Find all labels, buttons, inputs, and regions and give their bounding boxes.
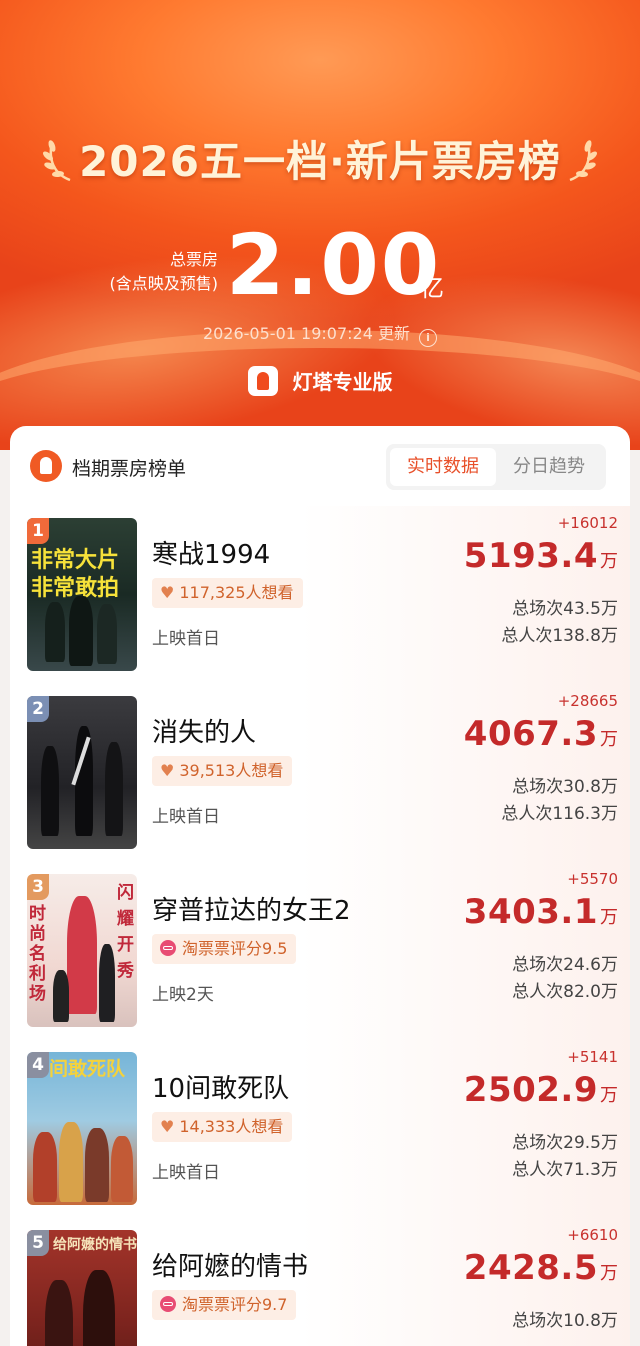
total-admissions: 总人次116.3万: [501, 804, 618, 824]
box-delta: +28665: [557, 692, 618, 710]
poster-text: 闪耀开秀: [117, 883, 134, 981]
update-time-row: 2026-05-01 19:07:24 更新 i: [0, 320, 640, 347]
total-admissions: 总人次138.8万: [501, 626, 618, 646]
movie-row[interactable]: 4 间敢死队 10间敢死队 ♥ 14,333人想看 上映首日 +5141 2502…: [10, 1040, 630, 1218]
total-sessions: 总场次43.5万: [512, 599, 618, 619]
release-status: 上映2天: [152, 985, 214, 1005]
total-box-office: 总票房 (含点映及预售) 2.00 亿: [0, 220, 640, 310]
box-office: 5193.4 万: [463, 536, 618, 576]
total-label: 总票房: [169, 250, 218, 269]
box-office: 2428.5 万: [463, 1248, 618, 1288]
movie-row[interactable]: 1 非常大片 非常敢拍 寒战1994 ♥ 117,325人想看 上映首日 +160…: [10, 506, 630, 684]
box-office: 2502.9 万: [463, 1070, 618, 1110]
box-office: 4067.3 万: [463, 714, 618, 754]
release-status: 上映首日: [152, 1163, 220, 1183]
heart-icon: ♥: [160, 583, 175, 602]
box-office: 3403.1 万: [463, 892, 618, 932]
tab-realtime[interactable]: 实时数据: [390, 448, 496, 486]
movie-title[interactable]: 给阿嬷的情书: [152, 1246, 308, 1283]
movie-poster[interactable]: 2: [27, 696, 137, 849]
page-title: 2026五一档·新片票房榜: [79, 137, 561, 186]
rank-badge: 2: [27, 696, 49, 722]
movie-row[interactable]: 2 消失的人 ♥ 39,513人想看 上映首日 +28665 4067.3 万 总场…: [10, 684, 630, 862]
movie-title[interactable]: 消失的人: [152, 712, 256, 749]
rank-badge: 3: [27, 874, 49, 900]
tab-daily-trend[interactable]: 分日趋势: [496, 448, 602, 486]
card-header: 档期票房榜单 实时数据 分日趋势: [10, 426, 630, 506]
total-sessions: 总场次10.8万: [512, 1311, 618, 1331]
taopiaopiao-icon: [160, 1296, 176, 1312]
total-unit: 亿: [420, 274, 444, 302]
movie-title[interactable]: 10间敢死队: [152, 1068, 289, 1105]
box-delta: +6610: [567, 1226, 618, 1244]
box-delta: +5570: [567, 870, 618, 888]
total-admissions: 总人次71.3万: [512, 1160, 618, 1180]
board-title: 档期票房榜单: [72, 458, 187, 480]
total-admissions: 总人次82.0万: [512, 982, 618, 1002]
movie-row[interactable]: 5 给阿嬷的情书 给阿嬷的情书 淘票票评分9.7 +6610 2428.5 万 总…: [10, 1218, 630, 1346]
heart-icon: ♥: [160, 1117, 175, 1136]
info-icon[interactable]: i: [419, 329, 438, 347]
lighthouse-icon: [30, 450, 62, 482]
total-label-note: (含点映及预售): [109, 274, 219, 293]
total-sessions: 总场次30.8万: [512, 777, 618, 797]
total-sessions: 总场次29.5万: [512, 1133, 618, 1153]
ranking-card: 档期票房榜单 实时数据 分日趋势 1 非常大片 非常敢拍 寒战1994 ♥ 117…: [10, 426, 630, 1346]
taopiaopiao-icon: [160, 940, 176, 956]
brand-row: 灯塔专业版: [0, 366, 640, 396]
heart-icon: ♥: [160, 761, 175, 780]
rating-badge: 淘票票评分9.5: [152, 934, 297, 964]
movie-poster[interactable]: 1 非常大片 非常敢拍: [27, 518, 137, 671]
want-to-watch-badge: ♥ 39,513人想看: [152, 756, 293, 786]
brand-name: 灯塔专业版: [292, 370, 393, 394]
box-delta: +5141: [567, 1048, 618, 1066]
box-delta: +16012: [557, 514, 618, 532]
total-sessions: 总场次24.6万: [512, 955, 618, 975]
release-status: 上映首日: [152, 807, 220, 827]
movie-poster[interactable]: 3 时尚名利场 闪耀开秀: [27, 874, 137, 1027]
movie-poster[interactable]: 4 间敢死队: [27, 1052, 137, 1205]
rank-badge: 4: [27, 1052, 49, 1078]
movie-row[interactable]: 3 时尚名利场 闪耀开秀 穿普拉达的女王2 淘票票评分9.5 上映2天 +557…: [10, 862, 630, 1040]
want-to-watch-badge: ♥ 14,333人想看: [152, 1112, 293, 1142]
update-time: 2026-05-01 19:07:24 更新: [202, 324, 410, 343]
movie-title[interactable]: 寒战1994: [152, 534, 270, 571]
movie-title[interactable]: 穿普拉达的女王2: [152, 890, 351, 927]
rating-badge: 淘票票评分9.7: [152, 1290, 297, 1320]
lighthouse-logo-icon: [247, 366, 278, 396]
release-status: 上映首日: [152, 629, 220, 649]
rank-badge: 1: [27, 518, 49, 544]
total-value: 2.00: [226, 216, 442, 314]
movie-poster[interactable]: 5 给阿嬷的情书: [27, 1230, 137, 1346]
poster-text: 时尚名利场: [29, 904, 46, 1004]
view-switcher: 实时数据 分日趋势: [386, 444, 606, 490]
poster-text: 给阿嬷的情书: [53, 1237, 137, 1253]
poster-text: 间敢死队: [49, 1058, 126, 1080]
want-to-watch-badge: ♥ 117,325人想看: [152, 578, 303, 608]
rank-badge: 5: [27, 1230, 49, 1256]
hero-banner: 2026五一档·新片票房榜 总票房 (含点映及预售) 2.00 亿 2026-0…: [0, 0, 640, 450]
